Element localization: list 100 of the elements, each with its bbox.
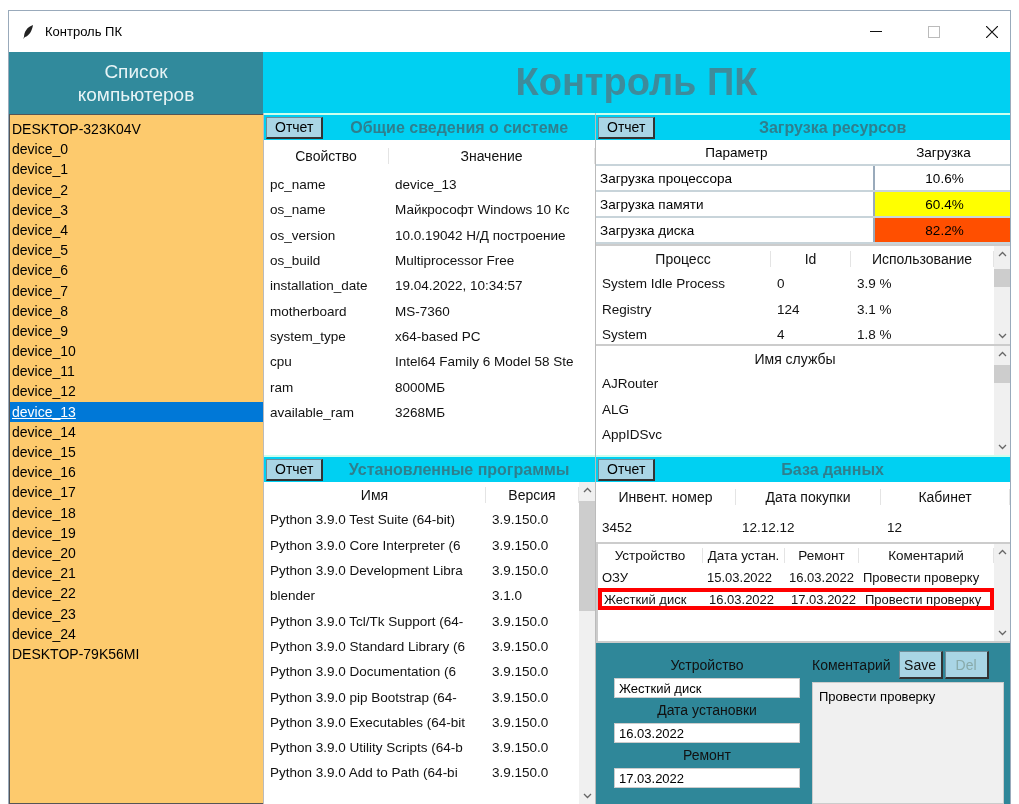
report-button[interactable]: Отчет bbox=[266, 458, 324, 481]
column-header[interactable]: Имя службы bbox=[596, 350, 994, 367]
input-field[interactable]: Жесткий диск bbox=[614, 678, 800, 698]
scrollbar[interactable] bbox=[994, 544, 1010, 641]
table-cell-text: 3.9.150.0 bbox=[491, 740, 550, 756]
report-button[interactable]: Отчет bbox=[598, 116, 656, 139]
table-cell-text: Провести проверку bbox=[864, 591, 983, 607]
computer-item[interactable]: device_22 bbox=[10, 583, 263, 604]
comment-field[interactable]: Провести проверку bbox=[812, 682, 1004, 804]
column-header[interactable]: Процесс bbox=[596, 250, 771, 267]
scroll-down-icon bbox=[997, 444, 1007, 450]
close-icon bbox=[986, 25, 998, 38]
column-header[interactable]: Ремонт bbox=[785, 547, 859, 563]
computer-item[interactable]: device_0 bbox=[10, 139, 263, 160]
scroll-down-icon bbox=[997, 630, 1007, 636]
form-button[interactable]: Save bbox=[898, 651, 943, 679]
computer-item[interactable]: device_4 bbox=[10, 219, 263, 241]
table-cell-text: 17.03.2022 bbox=[790, 591, 858, 607]
table-cell-text: motherboard bbox=[269, 303, 348, 319]
table-cell-text: 3.9.150.0 bbox=[491, 563, 550, 579]
table-cell-text: 3268МБ bbox=[394, 404, 447, 420]
computer-item[interactable]: device_1 bbox=[10, 159, 263, 180]
scrollbar[interactable] bbox=[579, 482, 595, 804]
table-cell-text: device_13 bbox=[394, 177, 458, 193]
computer-item[interactable]: device_6 bbox=[10, 260, 263, 281]
computer-item[interactable]: device_16 bbox=[10, 462, 263, 483]
computer-item[interactable]: device_20 bbox=[10, 542, 263, 564]
computer-item[interactable]: device_13 bbox=[10, 401, 263, 422]
computer-item[interactable]: device_19 bbox=[10, 522, 263, 543]
computer-item[interactable]: device_9 bbox=[10, 320, 263, 342]
scrollbar[interactable] bbox=[994, 246, 1010, 344]
computer-item[interactable]: device_17 bbox=[10, 482, 263, 503]
table-cell-text: Python 3.9.0 Add to Path (64-bi bbox=[269, 765, 459, 781]
computer-item[interactable]: device_2 bbox=[10, 179, 263, 200]
table-cell-text: 3.9.150.0 bbox=[491, 765, 550, 781]
column-header[interactable]: Имя bbox=[264, 486, 486, 503]
computer-item[interactable]: device_12 bbox=[10, 381, 263, 402]
computer-item[interactable]: device_7 bbox=[10, 280, 263, 301]
table-cell-text: Intel64 Family 6 Model 58 Ste bbox=[394, 354, 575, 370]
table-cell-text: 3.9 % bbox=[856, 276, 893, 292]
computer-item[interactable]: device_24 bbox=[10, 623, 263, 644]
panel-title: Загрузка ресурсов bbox=[757, 118, 908, 137]
input-field[interactable]: 17.03.2022 bbox=[614, 768, 800, 788]
scroll-up-icon bbox=[582, 487, 592, 493]
table-cell-text: 3452 bbox=[601, 519, 634, 535]
column-header[interactable]: Дата устан. bbox=[703, 547, 785, 563]
sidebar-title: Список компьютеров bbox=[9, 52, 263, 114]
report-button[interactable]: Отчет bbox=[266, 116, 324, 139]
column-header[interactable]: Кабинет bbox=[881, 489, 1010, 505]
computer-item[interactable]: device_5 bbox=[10, 240, 263, 261]
table-cell-text: 3.9.150.0 bbox=[491, 638, 550, 654]
table-cell-text: Жесткий диск bbox=[603, 591, 688, 607]
computer-item[interactable]: device_11 bbox=[10, 361, 263, 382]
computer-item[interactable]: device_8 bbox=[10, 300, 263, 321]
computer-item[interactable]: device_18 bbox=[10, 502, 263, 523]
column-header[interactable]: Загрузка bbox=[873, 140, 1010, 164]
computer-item[interactable]: DESKTOP-323K04V bbox=[10, 119, 263, 140]
table-cell-text: Python 3.9.0 Standard Library (6 bbox=[269, 638, 467, 654]
table-cell-text: Загрузка памяти bbox=[599, 195, 705, 214]
load-value: 60.4% bbox=[873, 192, 1010, 216]
column-header[interactable]: Параметр bbox=[596, 140, 873, 164]
computer-item[interactable]: device_21 bbox=[10, 563, 263, 584]
computer-item[interactable]: device_23 bbox=[10, 603, 263, 624]
computer-item[interactable]: device_14 bbox=[10, 421, 263, 442]
table-cell-text: MS-7360 bbox=[394, 303, 451, 319]
scroll-down-icon bbox=[997, 333, 1007, 339]
table-cell-text: 4 bbox=[776, 327, 786, 343]
scroll-thumb[interactable] bbox=[994, 365, 1010, 383]
column-header[interactable]: Свойство bbox=[264, 148, 389, 164]
column-header[interactable]: Инвент. номер bbox=[596, 489, 736, 505]
table-cell-text: Python 3.9.0 Documentation (6 bbox=[269, 664, 458, 680]
table-cell-text: system_type bbox=[269, 328, 347, 344]
table-cell-text: 12.12.12 bbox=[741, 519, 796, 535]
table-cell-text: AppIDSvc bbox=[601, 427, 664, 443]
table-cell-text: 8000МБ bbox=[394, 379, 447, 395]
load-value: 82.2% bbox=[873, 218, 1010, 242]
column-header[interactable]: Дата покупки bbox=[736, 489, 881, 505]
table-cell-text: 3.9.150.0 bbox=[491, 512, 550, 528]
device-row[interactable]: Жесткий диск 16.03.2022 17.03.2022 Провести проверку bbox=[598, 588, 994, 610]
computer-item[interactable]: device_3 bbox=[10, 199, 263, 220]
table-cell-text: x64-based PC bbox=[394, 328, 482, 344]
input-field[interactable]: 16.03.2022 bbox=[614, 723, 800, 743]
scroll-thumb[interactable] bbox=[994, 269, 1010, 287]
panel-title: Установленные программы bbox=[347, 460, 571, 479]
computer-item[interactable]: DESKTOP-79K56MI bbox=[10, 643, 263, 665]
report-button[interactable]: Отчет bbox=[598, 458, 656, 481]
device-row[interactable]: ОЗУ 15.03.2022 16.03.2022 Провести проверку bbox=[598, 566, 994, 588]
table-cell-text: 124 bbox=[776, 301, 801, 317]
table-cell-text: os_build bbox=[269, 253, 322, 269]
column-header[interactable]: Id bbox=[771, 250, 851, 267]
table-cell-text: Python 3.9.0 Development Libra bbox=[269, 563, 464, 579]
scroll-down-icon bbox=[582, 793, 592, 799]
computer-item[interactable]: device_15 bbox=[10, 442, 263, 463]
computer-item[interactable]: device_10 bbox=[10, 341, 263, 362]
scrollbar[interactable] bbox=[994, 346, 1010, 455]
scroll-thumb[interactable] bbox=[579, 501, 595, 611]
column-header[interactable]: Устройство bbox=[598, 547, 703, 563]
table-cell-text: 3.1 % bbox=[856, 301, 893, 317]
window-title: Контроль ПК bbox=[45, 24, 122, 39]
table-cell-text: 12 bbox=[886, 519, 904, 535]
